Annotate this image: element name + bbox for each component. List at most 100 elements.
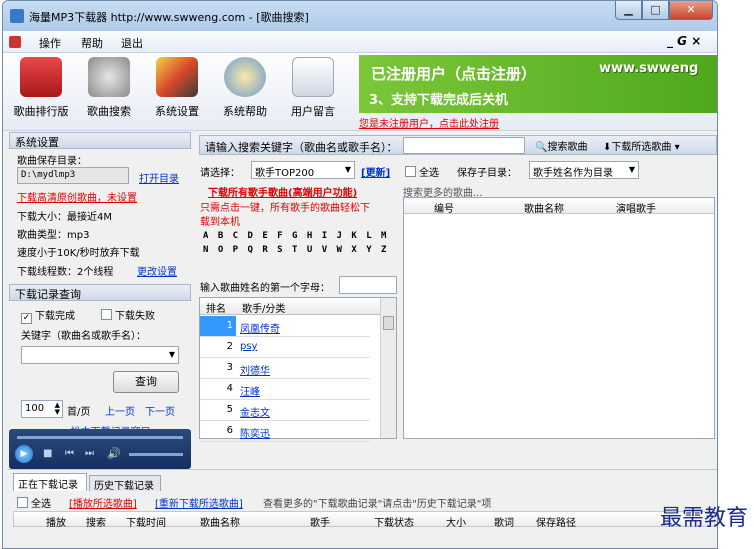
table-row[interactable]: 4 汪峰 [200,379,370,400]
table-row[interactable]: 1 凤凰传奇 [200,316,370,337]
tool-ranking-button[interactable]: 歌曲排行版 [13,57,69,119]
promo-banner[interactable]: 已注册用户（点击注册） 3、支持下载完成后关机 www.swweng [359,55,717,113]
open-dir-link[interactable]: 打开目录 [139,170,179,185]
scroll-thumb[interactable] [383,316,394,330]
spinner-arrows-icon[interactable]: ▲ ▼ [55,402,60,416]
search-input[interactable] [403,137,525,154]
tab-history-downloads[interactable]: 历史下载记录 [89,475,161,492]
rank-cell: 5 [226,404,233,415]
query-button[interactable]: 查询 [113,371,179,393]
chevron-down-icon: ▼ [344,165,351,174]
col-play[interactable]: 播放 [46,514,66,529]
alphabet-row1[interactable]: A B C D E F G H I J K L M [203,231,388,241]
tab-current-downloads[interactable]: 正在下载记录 [13,473,87,491]
col-lyrics[interactable]: 歌词 [494,514,514,529]
artist-link[interactable]: 陈奕迅 [240,425,270,440]
tool-settings-button[interactable]: 系统设置 [149,57,205,119]
page-size-spinner[interactable]: 100 ▲ ▼ [21,400,63,418]
download-selected-button[interactable]: ⬇下载所选歌曲 ▾ [603,138,680,153]
col-search[interactable]: 搜索 [86,514,106,529]
col-song-title[interactable]: 歌曲名称 [200,514,240,529]
refresh-link[interactable]: [更新] [361,164,390,179]
artist-link[interactable]: 金志文 [240,404,270,419]
category-select[interactable]: 歌手TOP200 ▼ [251,161,355,179]
change-settings-link[interactable]: 更改设置 [137,263,177,278]
subdir-select-value: 歌手姓名作为目录 [533,168,613,179]
play-icon[interactable]: ▶ [15,445,33,463]
chevron-down-icon: ▼ [168,350,175,359]
done-checkbox[interactable]: ✓ 下载完成 [21,307,75,324]
downloads-select-all-checkbox[interactable]: 全选 [17,495,51,510]
table-row[interactable]: 3 刘德华 [200,358,370,379]
download-all-link[interactable]: 下载所有歌手歌曲(高端用户功能) [208,184,357,199]
fail-checkbox[interactable]: 下载失败 [101,307,155,322]
ranking-icon [20,57,62,97]
col-save-path[interactable]: 保存路径 [536,514,576,529]
artist-link[interactable]: psy [240,341,257,352]
help-robot-icon [224,57,266,97]
hq-download-link[interactable]: 下载高清原创歌曲，未设置 [17,189,137,204]
watermark-text: 最需教育 [659,506,748,531]
play-selected-link[interactable]: [播放所选歌曲] [69,495,137,510]
artist-link[interactable]: 刘德华 [240,362,270,377]
col-size[interactable]: 大小 [446,514,466,529]
first-page-link[interactable]: 首/页 [67,403,90,418]
table-row[interactable]: 5 金志文 [200,400,370,421]
col-download-time[interactable]: 下载时间 [126,514,166,529]
col-number[interactable]: 编号 [434,200,454,215]
results-grid [403,197,715,439]
previous-track-icon[interactable]: ⏮ [65,448,74,459]
redownload-selected-link[interactable]: [重新下载所选歌曲] [155,495,243,510]
col-singer[interactable]: 演唱歌手 [616,200,656,215]
table-row[interactable]: 2 psy [200,337,370,358]
subdir-label: 保存子目录： [457,168,517,179]
register-link[interactable]: 您是未注册用户，点击此处注册 [359,115,499,130]
first-letter-label: 输入歌曲姓名的第一个字母： [200,283,330,294]
subdir-select[interactable]: 歌手姓名作为目录 ▼ [529,161,639,179]
artist-link[interactable]: 凤凰传奇 [240,320,280,335]
save-dir-field[interactable]: D:\mydlmp3 [17,167,129,184]
tool-help-label: 系统帮助 [223,105,267,118]
keyword-combo[interactable]: ▼ [21,346,179,364]
page-size-value: 100 [25,403,45,414]
prev-page-link[interactable]: 上一页 [105,403,135,418]
mdi-controls[interactable]: _ 𝙂 × [667,34,701,48]
artist-link[interactable]: 汪峰 [240,383,260,398]
col-artist[interactable]: 歌手/分类 [242,300,285,315]
stop-icon[interactable]: ■ [43,448,52,459]
first-letter-input[interactable] [339,276,397,294]
next-page-link[interactable]: 下一页 [145,403,175,418]
download-size-label: 下载大小：最接近4M [17,212,112,223]
window-title: 海量MP3下载器 http://www.swweng.com - [歌曲搜索] [29,11,309,24]
maximize-button[interactable]: □ [642,1,669,20]
tool-search-button[interactable]: 歌曲搜索 [81,57,137,119]
next-track-icon[interactable]: ⏭ [85,448,94,459]
alphabet-row2[interactable]: N O P Q R S T U V W X Y Z [203,245,388,255]
col-song-name[interactable]: 歌曲名称 [524,200,564,215]
col-artist-name[interactable]: 歌手 [310,514,330,529]
tool-message-label: 用户留言 [291,105,335,118]
minimize-button[interactable]: ▁ [615,1,642,20]
banner-line1: 已注册用户（点击注册） [371,65,537,83]
seek-bar[interactable] [17,436,183,439]
app-icon [10,9,24,23]
chevron-down-icon: ▼ [628,165,635,174]
done-check-icon: ✓ [21,313,32,324]
tool-help-button[interactable]: 系统帮助 [217,57,273,119]
artist-list-scrollbar[interactable] [380,298,396,438]
menu-bar: 操作 帮助 退出 _ 𝙂 × [3,31,717,53]
artist-list-header: 排名 歌手/分类 [200,298,396,315]
banner-line2: 3、支持下载完成后关机 [369,93,509,108]
menu-help[interactable]: 帮助 [81,35,103,51]
search-songs-button[interactable]: 🔍搜索歌曲 [535,138,587,153]
tool-message-button[interactable]: 用户留言 [285,57,341,119]
menu-operate[interactable]: 操作 [39,35,61,51]
menu-exit[interactable]: 退出 [121,35,143,51]
volume-slider[interactable] [129,453,183,456]
close-button[interactable]: ✕ [669,1,713,20]
col-download-status[interactable]: 下载状态 [374,514,414,529]
col-rank[interactable]: 排名 [206,300,226,315]
table-row[interactable]: 6 陈奕迅 [200,421,370,442]
select-all-checkbox[interactable]: 全选 [405,164,439,179]
volume-icon[interactable]: 🔊 [107,447,121,460]
